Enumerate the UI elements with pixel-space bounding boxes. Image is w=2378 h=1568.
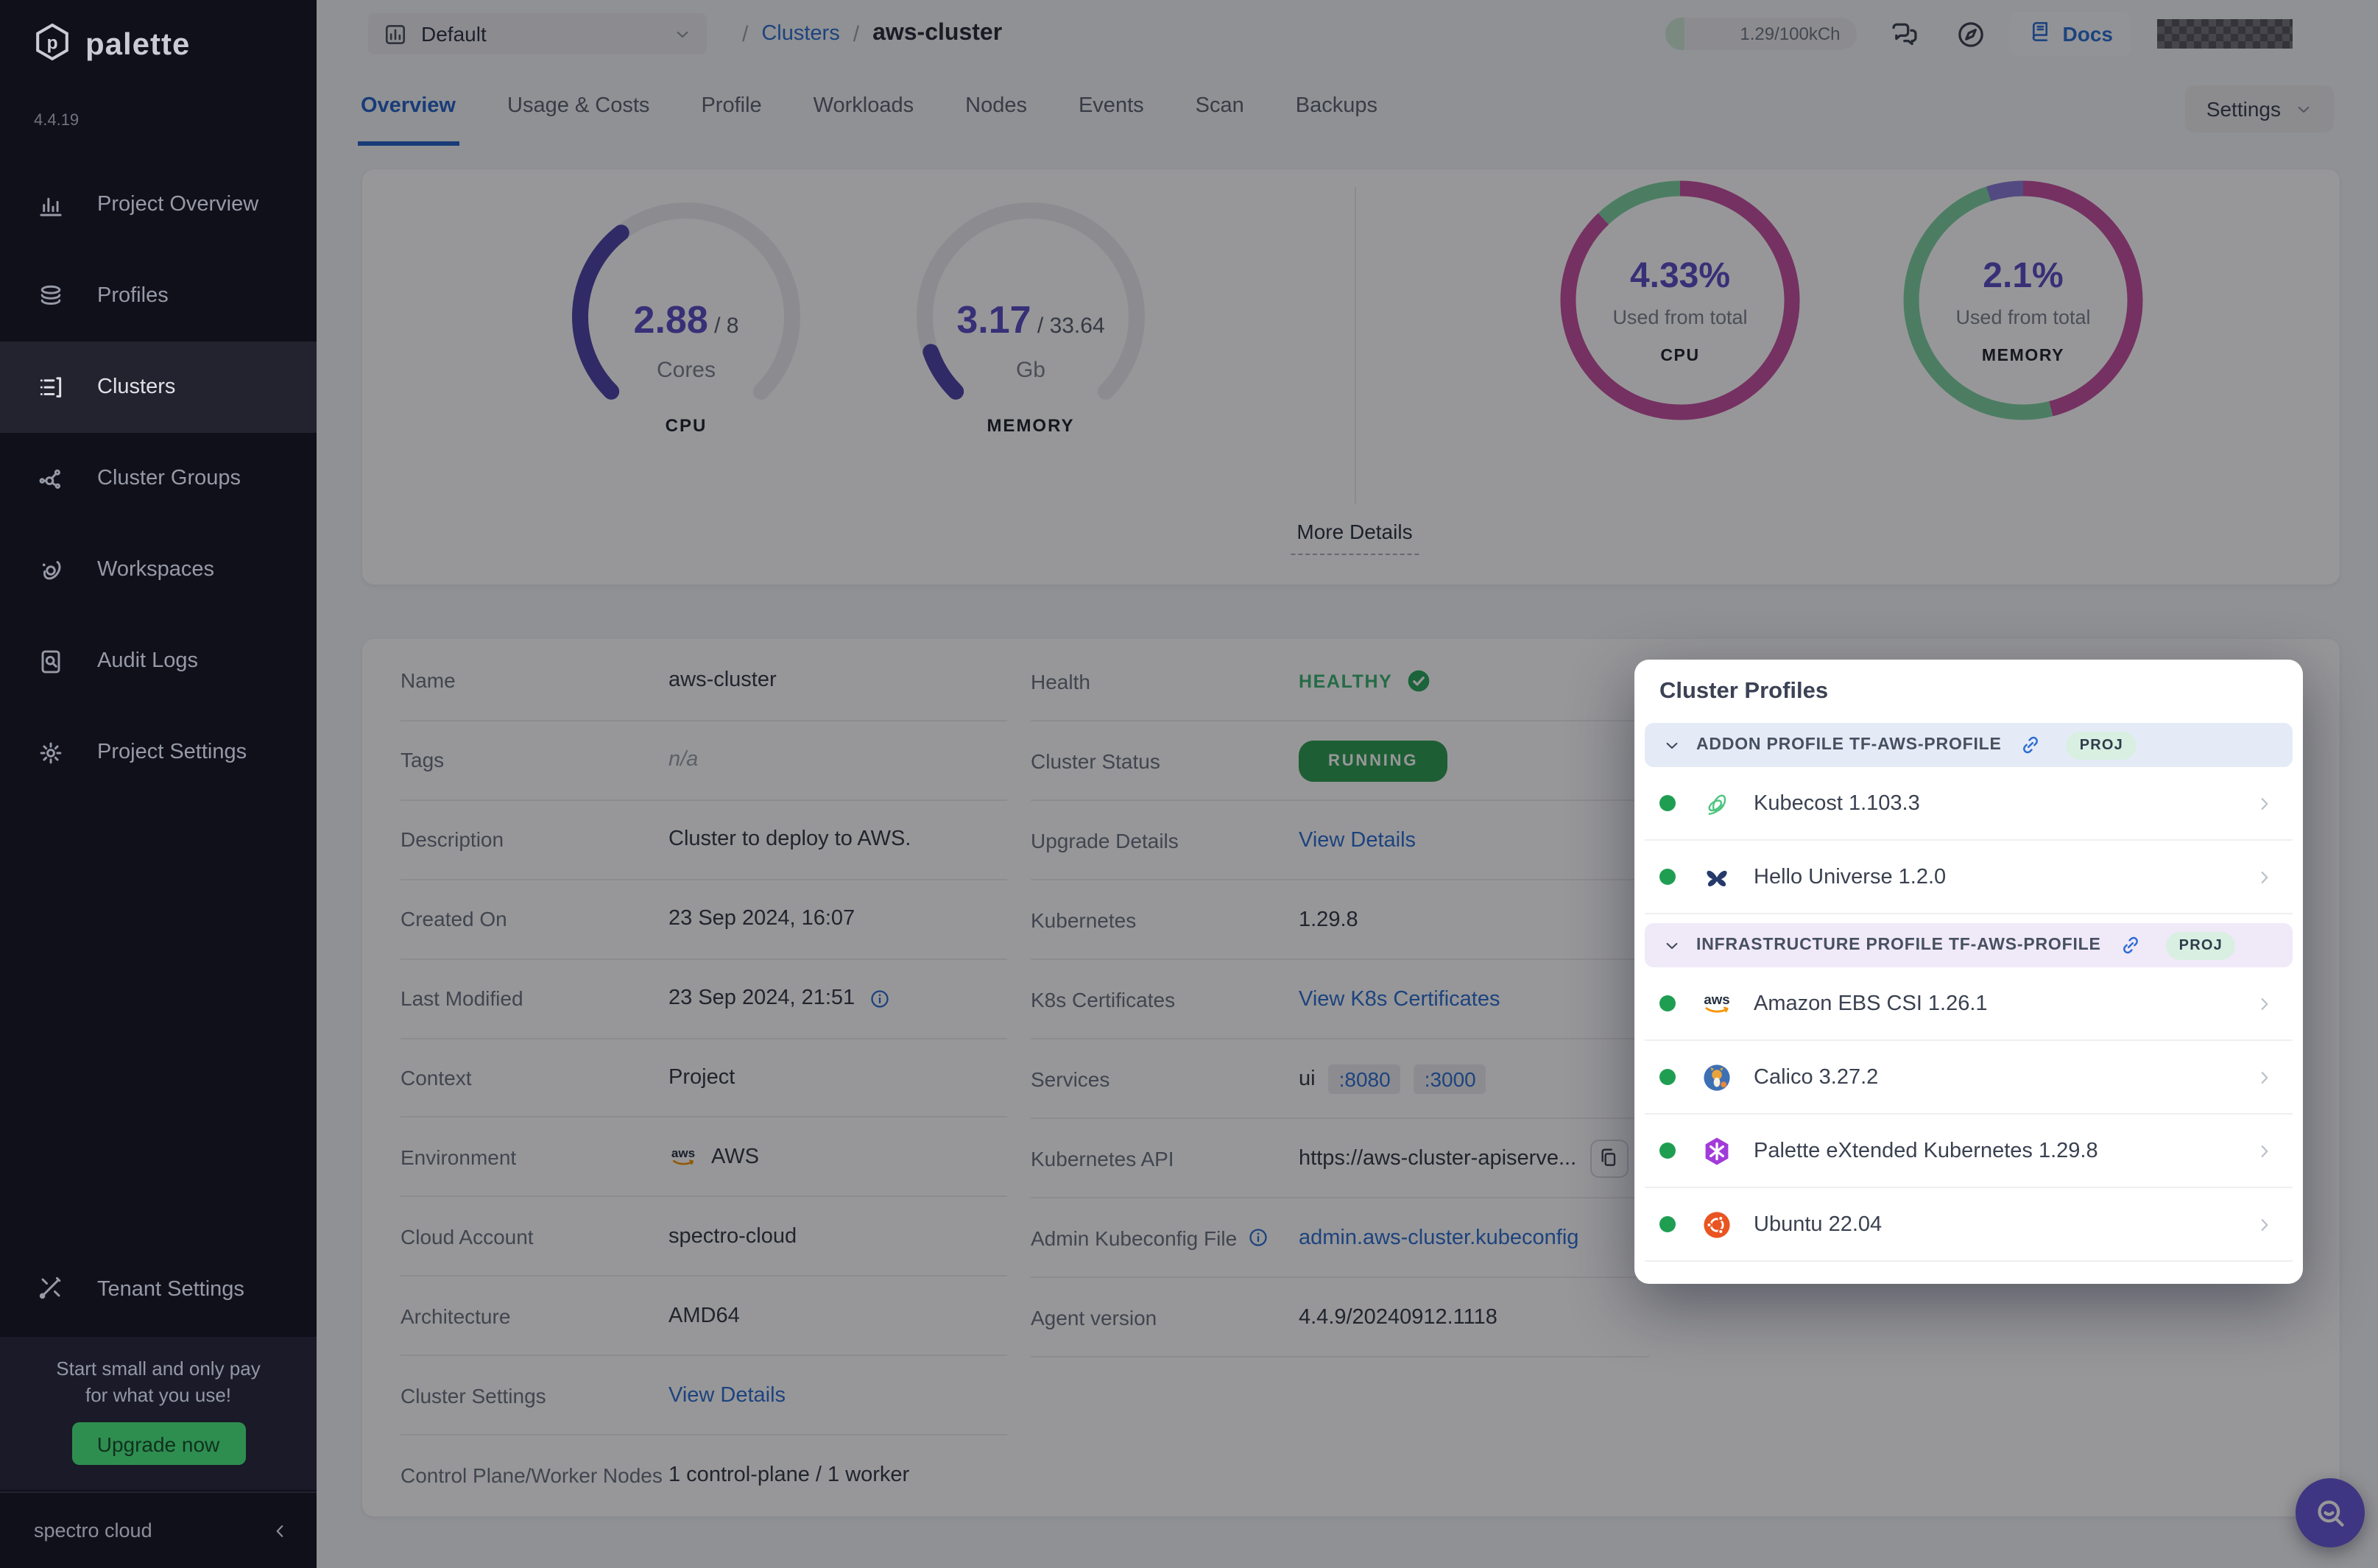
kubecost-icon [1701, 787, 1733, 819]
sidebar-item-label: Profiles [97, 284, 169, 308]
profile-section-label: INFRASTRUCTURE PROFILE TF-AWS-PROFILE [1696, 936, 2101, 954]
profile-section-header-infrastructure-profile-tf-aws-profile[interactable]: INFRASTRUCTURE PROFILE TF-AWS-PROFILE PR… [1645, 923, 2293, 967]
promo-line-2: for what you use! [0, 1382, 317, 1408]
sidebar-item-cluster-groups[interactable]: Cluster Groups [0, 433, 317, 524]
status-dot [1659, 1143, 1676, 1159]
status-dot [1659, 869, 1676, 885]
hello-universe-icon [1701, 861, 1733, 893]
aws-icon: aws [1701, 987, 1733, 1020]
sidebar-item-audit-logs[interactable]: Audit Logs [0, 615, 317, 707]
chevron-down-icon [1662, 936, 1682, 955]
sidebar-item-project-overview[interactable]: Project Overview [0, 159, 317, 250]
pack-item-palette-extended-kubernetes-1-29-8[interactable]: Palette eXtended Kubernetes 1.29.8 [1645, 1115, 2293, 1188]
upgrade-promo: Start small and only pay for what you us… [0, 1337, 317, 1490]
chevron-right-icon [2254, 1140, 2275, 1161]
promo-line-1: Start small and only pay [0, 1356, 317, 1382]
palette-logo-icon: p [32, 22, 72, 69]
cluster-profiles-sections: ADDON PROFILE TF-AWS-PROFILE PROJ Kubeco… [1634, 723, 2303, 1262]
pack-item-ubuntu-22-04[interactable]: Ubuntu 22.04 [1645, 1188, 2293, 1262]
status-dot [1659, 1069, 1676, 1085]
sidebar-item-project-settings[interactable]: Project Settings [0, 707, 317, 798]
sidebar-item-profiles[interactable]: Profiles [0, 250, 317, 342]
pxk-icon [1701, 1134, 1733, 1167]
link-icon[interactable] [2119, 933, 2142, 957]
status-dot [1659, 795, 1676, 811]
gear-icon [37, 738, 65, 766]
upgrade-now-button[interactable]: Upgrade now [71, 1422, 245, 1465]
sidebar-item-label: Project Settings [97, 741, 247, 764]
status-dot [1659, 995, 1676, 1011]
pack-name: Hello Universe 1.2.0 [1754, 865, 1946, 889]
sidebar: p palette 4.4.19 Project Overview Profil… [0, 0, 317, 1568]
sidebar-item-label: Workspaces [97, 558, 214, 582]
tenant-settings-label: Tenant Settings [97, 1278, 244, 1302]
sidebar-footer: spectro cloud [0, 1491, 317, 1568]
pack-name: Kubecost 1.103.3 [1754, 791, 1920, 815]
scope-badge: PROJ [2166, 931, 2236, 959]
profile-pack-list: Kubecost 1.103.3 Hello Universe 1.2.0 [1645, 767, 2293, 914]
sidebar-item-label: Project Overview [97, 193, 258, 216]
spectro-cloud-brand: spectro cloud [34, 1519, 258, 1541]
sidebar-item-label: Cluster Groups [97, 467, 241, 490]
svg-text:aws: aws [1704, 991, 1729, 1006]
scope-badge: PROJ [2067, 731, 2137, 759]
chevron-right-icon [2254, 993, 2275, 1014]
profile-section-label: ADDON PROFILE TF-AWS-PROFILE [1696, 736, 2002, 754]
sidebar-item-label: Audit Logs [97, 649, 198, 673]
ubuntu-icon [1701, 1208, 1733, 1240]
app-version: 4.4.19 [34, 112, 79, 130]
status-dot [1659, 1216, 1676, 1232]
sidebar-item-tenant-settings[interactable]: Tenant Settings [0, 1250, 317, 1329]
palette-logo: p palette [32, 22, 190, 69]
profile-section-header-addon-profile-tf-aws-profile[interactable]: ADDON PROFILE TF-AWS-PROFILE PROJ [1645, 723, 2293, 767]
tools-icon [37, 1273, 65, 1307]
sidebar-item-clusters[interactable]: Clusters [0, 342, 317, 433]
chevron-down-icon [1662, 735, 1682, 755]
pack-item-hello-universe-1-2-0[interactable]: Hello Universe 1.2.0 [1645, 841, 2293, 914]
sidebar-item-label: Clusters [97, 375, 175, 399]
sidebar-menu: Project Overview Profiles Clusters Clust… [0, 159, 317, 798]
network-icon [37, 465, 65, 492]
chevron-right-icon [2254, 866, 2275, 887]
chevron-right-icon [2254, 793, 2275, 813]
cluster-profiles-panel: Cluster Profiles ADDON PROFILE TF-AWS-PR… [1634, 660, 2303, 1284]
chevron-right-icon [2254, 1214, 2275, 1235]
pack-name: Amazon EBS CSI 1.26.1 [1754, 992, 1988, 1015]
doc-search-icon [37, 647, 65, 675]
cluster-profiles-title: Cluster Profiles [1634, 660, 2303, 714]
pack-name: Ubuntu 22.04 [1754, 1212, 1882, 1236]
calico-icon [1701, 1061, 1733, 1093]
svg-text:p: p [46, 33, 57, 53]
pack-item-kubecost-1-103-3[interactable]: Kubecost 1.103.3 [1645, 767, 2293, 841]
pack-item-calico-3-27-2[interactable]: Calico 3.27.2 [1645, 1041, 2293, 1115]
orbit-icon [37, 556, 65, 584]
collapse-sidebar-icon[interactable] [269, 1520, 290, 1541]
pack-name: Palette eXtended Kubernetes 1.29.8 [1754, 1139, 2098, 1162]
palette-logo-text: palette [85, 28, 190, 63]
palette-app: p palette 4.4.19 Project Overview Profil… [0, 0, 2378, 1568]
bar-chart-icon [37, 191, 65, 219]
link-icon[interactable] [2019, 733, 2043, 757]
sidebar-item-workspaces[interactable]: Workspaces [0, 524, 317, 615]
chevron-right-icon [2254, 1067, 2275, 1087]
pack-name: Calico 3.27.2 [1754, 1065, 1878, 1089]
layers-icon [37, 282, 65, 310]
pack-item-amazon-ebs-csi-1-26-1[interactable]: aws Amazon EBS CSI 1.26.1 [1645, 967, 2293, 1041]
profile-pack-list: aws Amazon EBS CSI 1.26.1 Calico 3.27.2 … [1645, 967, 2293, 1262]
servers-icon [37, 373, 65, 401]
